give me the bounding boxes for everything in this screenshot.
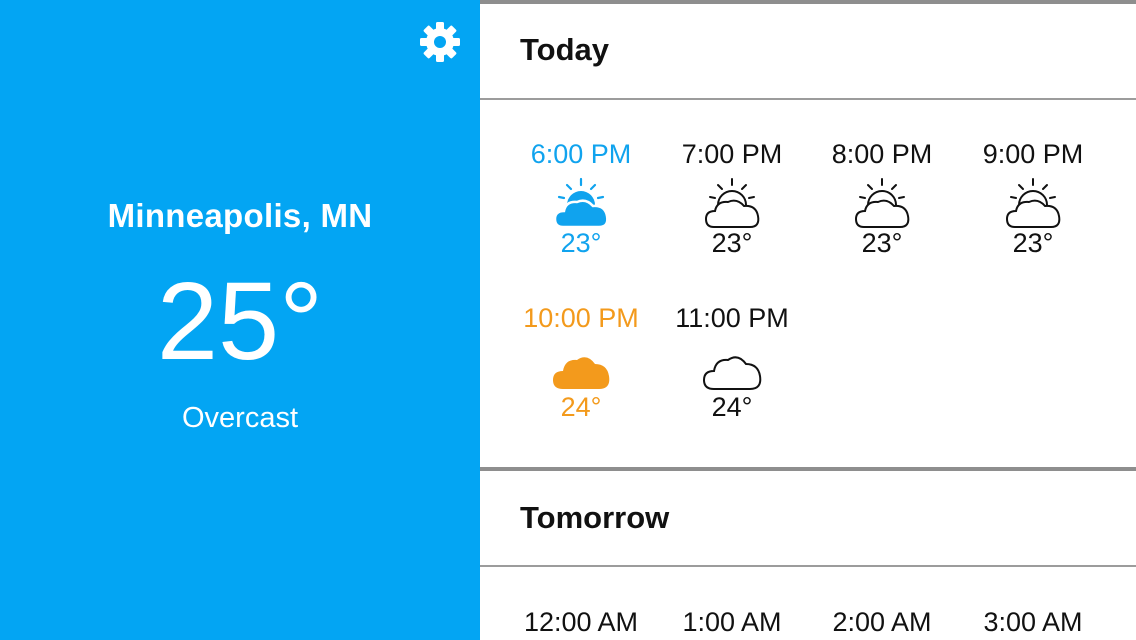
hour-time: 7:00 PM: [681, 139, 783, 169]
hour-item: 2:00 AM: [807, 607, 957, 637]
current-temperature: 25°: [156, 260, 324, 383]
partly-cloudy-icon: [850, 175, 914, 231]
hour-item: 10:00 PM 24°: [506, 303, 656, 421]
hour-temperature: 24°: [711, 392, 753, 422]
header-divider: [480, 565, 1136, 567]
hourly-forecast-panel: Today 6:00 PM 23° 7:00 PM 23° 8:00 PM 23…: [480, 0, 1136, 640]
hour-time: 12:00 AM: [523, 607, 639, 637]
hour-item: 7:00 PM 23°: [657, 139, 807, 257]
hour-item: 3:00 AM: [958, 607, 1108, 637]
hour-temperature: 23°: [711, 228, 753, 258]
hour-temperature: 24°: [560, 392, 602, 422]
hour-time: 9:00 PM: [982, 139, 1084, 169]
location-panel: Minneapolis, MN 25° Overcast: [0, 0, 480, 640]
gear-icon: [418, 20, 462, 64]
city-name: Minneapolis, MN: [107, 197, 373, 234]
hour-time: 11:00 PM: [675, 303, 789, 333]
hour-time: 2:00 AM: [832, 607, 932, 637]
hour-time: 10:00 PM: [523, 303, 639, 333]
hour-time: 6:00 PM: [530, 139, 632, 169]
header-divider: [480, 98, 1136, 100]
hour-item: 1:00 AM: [657, 607, 807, 637]
cloud-icon: [700, 339, 764, 395]
section-divider: [480, 467, 1136, 471]
settings-button[interactable]: [418, 20, 462, 64]
hour-temperature: 23°: [1012, 228, 1054, 258]
partly-cloudy-icon: [700, 175, 764, 231]
partly-cloudy-icon: [549, 175, 613, 231]
partly-cloudy-icon: [1001, 175, 1065, 231]
hour-item: 8:00 PM 23°: [807, 139, 957, 257]
hour-item: 12:00 AM: [506, 607, 656, 637]
cloud-icon: [549, 339, 613, 395]
hour-time: 1:00 AM: [682, 607, 782, 637]
tomorrow-title: Tomorrow: [520, 500, 670, 535]
hour-item: 11:00 PM 24°: [657, 303, 807, 421]
hour-time: 8:00 PM: [831, 139, 933, 169]
today-title: Today: [520, 32, 609, 67]
section-divider: [480, 0, 1136, 4]
hour-item: 6:00 PM 23°: [506, 139, 656, 257]
hour-time: 3:00 AM: [983, 607, 1083, 637]
hour-temperature: 23°: [861, 228, 903, 258]
current-condition: Overcast: [181, 402, 299, 434]
hour-item: 9:00 PM 23°: [958, 139, 1108, 257]
hour-temperature: 23°: [560, 228, 602, 258]
